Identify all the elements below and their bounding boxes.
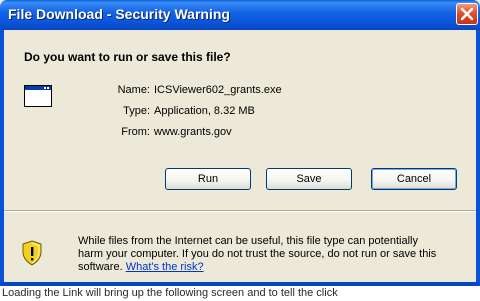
save-button[interactable]: Save [266, 168, 352, 190]
title-bar[interactable]: File Download - Security Warning [0, 0, 480, 30]
from-label: From: [121, 126, 150, 138]
type-label: Type: [123, 105, 150, 117]
whats-the-risk-link[interactable]: What's the risk? [126, 261, 204, 273]
warning-line-2: harm your computer. If you do not trust … [78, 248, 437, 260]
question-heading: Do you want to run or save this file? [24, 50, 231, 64]
cancel-button[interactable]: Cancel [371, 168, 457, 190]
application-icon [24, 85, 52, 107]
close-icon [460, 7, 474, 21]
warning-line-3: software. What's the risk? [78, 261, 458, 274]
from-value: www.grants.gov [154, 126, 232, 138]
security-warning-dialog: File Download - Security Warning Do you … [0, 0, 480, 286]
type-value: Application, 8.32 MB [154, 105, 255, 117]
divider [4, 210, 476, 212]
warning-line-1: While files from the Internet can be use… [78, 235, 418, 247]
warning-message: While files from the Internet can be use… [78, 235, 458, 274]
name-label: Name: [117, 84, 150, 96]
dialog-content: Do you want to run or save this file? Na… [4, 30, 476, 282]
name-value: ICSViewer602_grants.exe [154, 84, 282, 96]
window-border-right [476, 30, 480, 282]
close-button[interactable] [456, 3, 478, 25]
window-border-bottom [0, 282, 480, 286]
window-title: File Download - Security Warning [8, 6, 230, 22]
shield-warning-icon [21, 240, 43, 266]
run-button[interactable]: Run [165, 168, 251, 190]
background-page-text: Loading the Link will bring up the follo… [2, 287, 338, 299]
warning-line-3-text: software. [78, 261, 123, 273]
